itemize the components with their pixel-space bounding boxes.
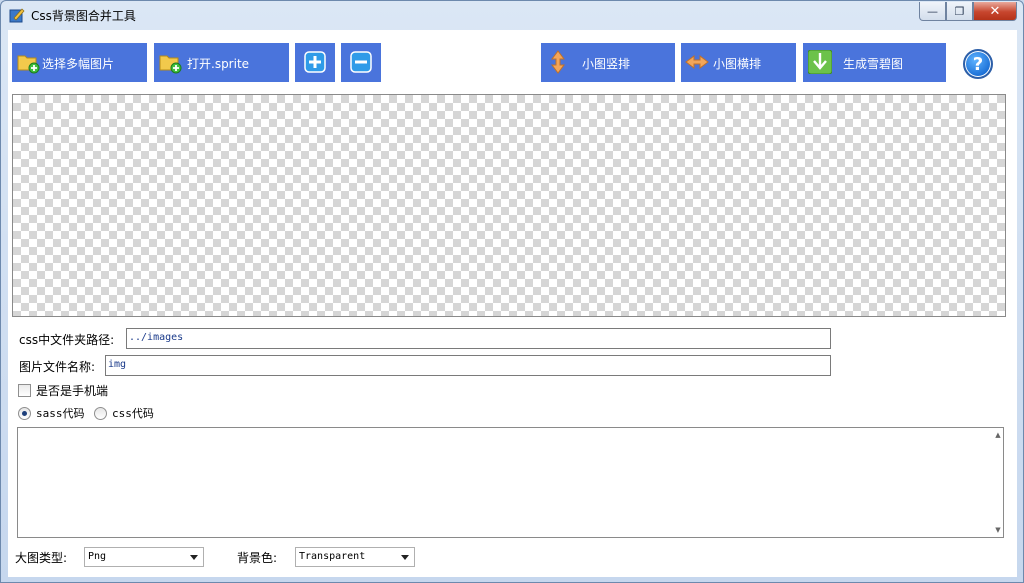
mobile-checkbox-row[interactable]: 是否是手机端 — [18, 382, 108, 399]
horizontal-layout-button[interactable]: 小图横排 — [681, 43, 796, 82]
folder-add-icon — [17, 55, 40, 74]
remove-image-button[interactable] — [341, 43, 381, 82]
image-type-select[interactable]: Png — [84, 547, 204, 567]
css-path-input[interactable]: ../images — [126, 328, 831, 349]
bg-color-value: Transparent — [299, 551, 366, 562]
app-icon — [9, 8, 25, 23]
horizontal-layout-label: 小图横排 — [713, 57, 762, 71]
chevron-down-icon — [190, 555, 198, 560]
scroll-up-icon[interactable]: ▲ — [993, 430, 1003, 440]
plus-icon — [304, 51, 326, 73]
css-radio-row[interactable]: css代码 — [94, 405, 154, 421]
css-radio[interactable] — [94, 406, 107, 420]
chevron-down-icon — [401, 555, 409, 560]
select-images-label: 选择多幅图片 — [42, 57, 115, 71]
horizontal-arrows-icon — [685, 55, 709, 69]
scroll-down-icon[interactable]: ▼ — [993, 525, 1003, 535]
app-window: Css背景图合并工具 — ❐ ✕ 选择多幅图片 打开.sprite 小图竖排 小… — [0, 0, 1024, 583]
image-type-value: Png — [88, 551, 107, 562]
mobile-checkbox-label: 是否是手机端 — [36, 384, 109, 398]
sass-radio[interactable] — [18, 406, 31, 420]
select-images-button[interactable]: 选择多幅图片 — [12, 43, 147, 82]
generate-sprite-label: 生成雪碧图 — [843, 57, 904, 71]
image-name-input[interactable]: img — [105, 355, 831, 376]
code-output-textarea[interactable]: ▲ ▼ — [17, 427, 1004, 538]
folder-add-icon — [159, 55, 182, 74]
window-title: Css背景图合并工具 — [31, 9, 136, 23]
open-sprite-label: 打开.sprite — [187, 57, 250, 71]
image-type-label: 大图类型: — [15, 551, 68, 565]
generate-sprite-button[interactable]: 生成雪碧图 — [803, 43, 946, 82]
css-path-label: css中文件夹路径: — [19, 333, 115, 347]
restore-button[interactable]: ❐ — [946, 2, 973, 21]
window-controls: — ❐ ✕ — [919, 2, 1017, 21]
minimize-button[interactable]: — — [919, 2, 946, 21]
vertical-layout-label: 小图竖排 — [582, 57, 631, 71]
download-arrow-icon — [808, 50, 832, 74]
help-icon[interactable]: ? — [963, 49, 993, 79]
image-name-label: 图片文件名称: — [19, 360, 96, 374]
add-image-button[interactable] — [295, 43, 335, 82]
sass-radio-label: sass代码 — [36, 407, 85, 420]
vertical-arrows-icon — [551, 50, 565, 74]
vertical-layout-button[interactable]: 小图竖排 — [541, 43, 675, 82]
minus-icon — [350, 51, 372, 73]
mobile-checkbox[interactable] — [18, 384, 31, 397]
sprite-preview-canvas[interactable] — [12, 94, 1006, 317]
open-sprite-button[interactable]: 打开.sprite — [154, 43, 289, 82]
close-button[interactable]: ✕ — [973, 2, 1017, 21]
css-radio-label: css代码 — [112, 407, 154, 420]
bg-color-select[interactable]: Transparent — [295, 547, 415, 567]
main-panel: 选择多幅图片 打开.sprite 小图竖排 小图横排 生成雪碧图 ? css中文… — [8, 30, 1017, 577]
title-bar[interactable]: Css背景图合并工具 — ❐ ✕ — [1, 1, 1023, 29]
sass-radio-row[interactable]: sass代码 — [18, 405, 85, 421]
bg-color-label: 背景色: — [237, 551, 278, 565]
